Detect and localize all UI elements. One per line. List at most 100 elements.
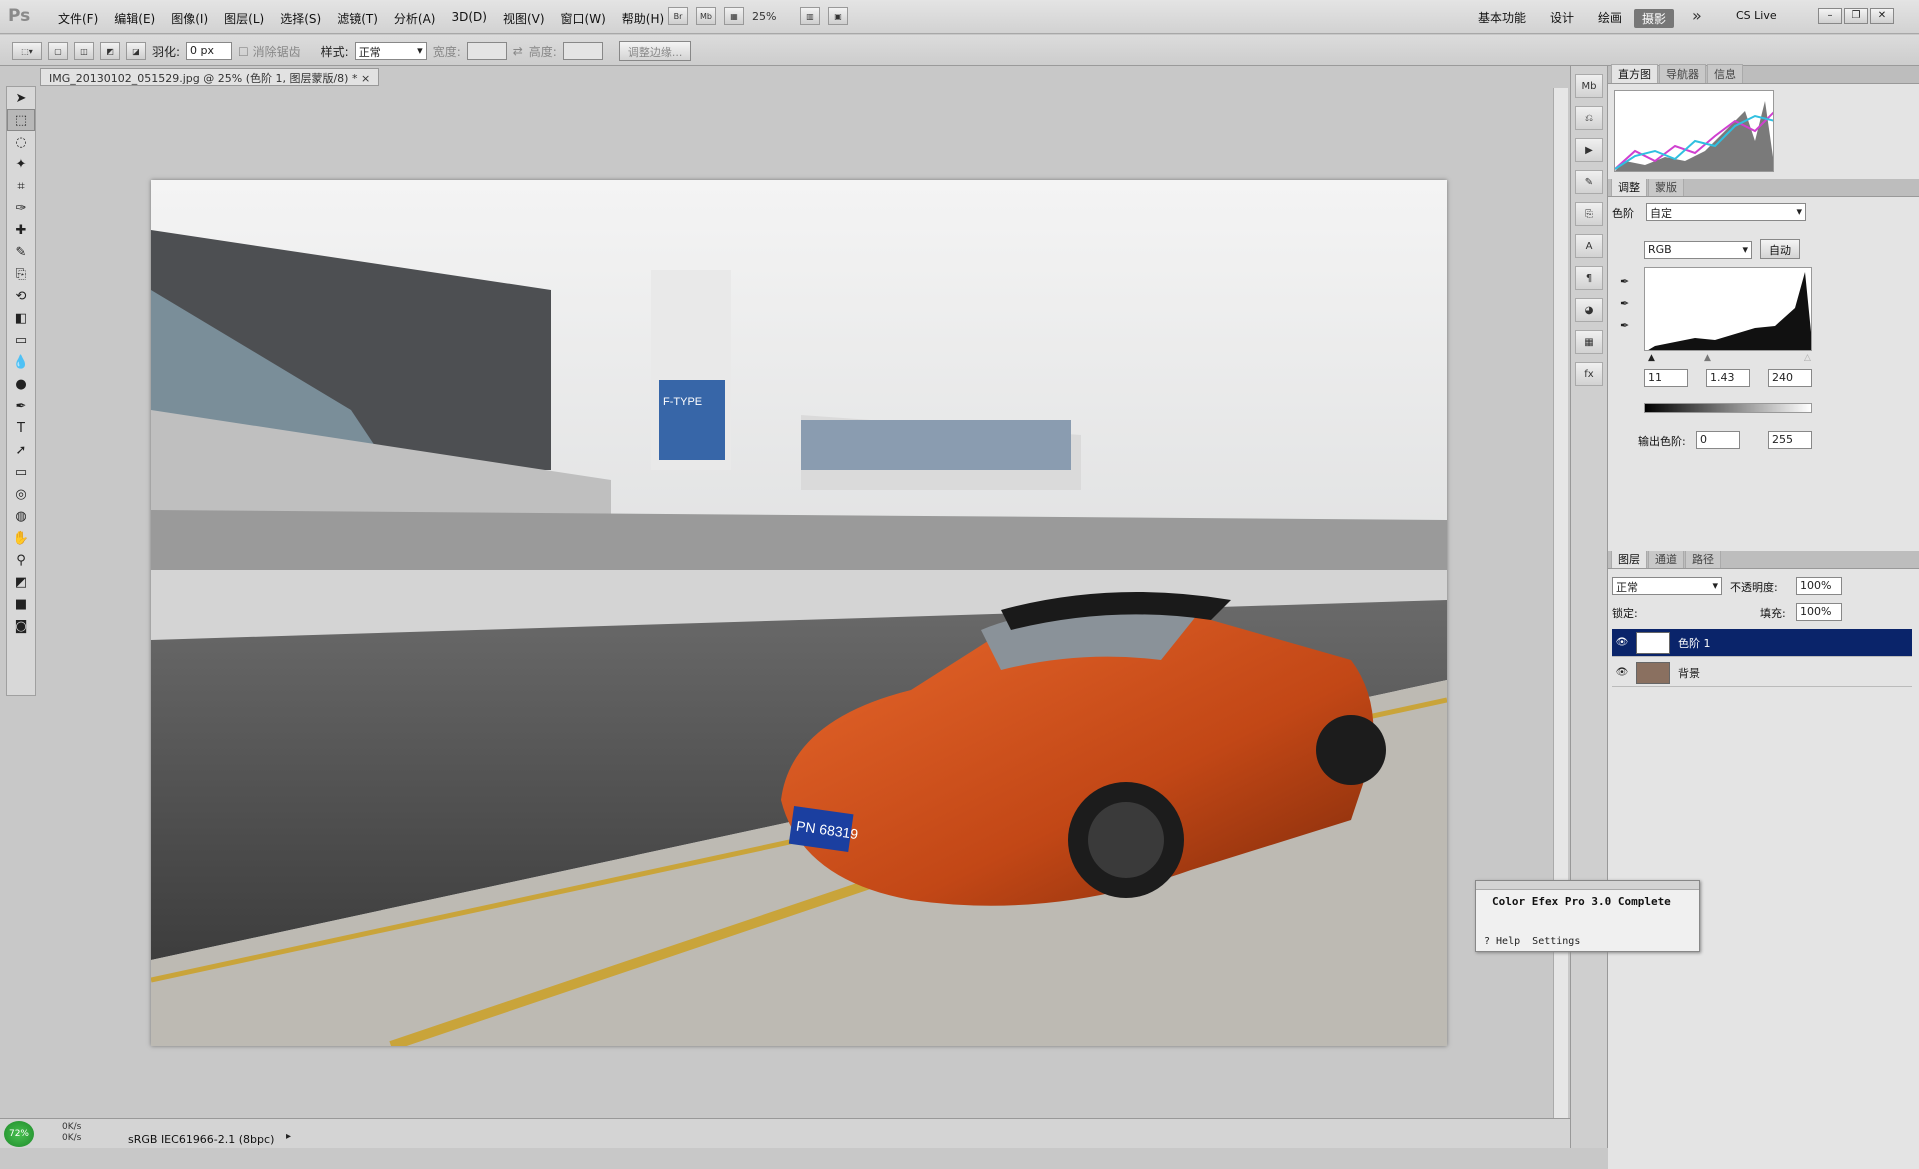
screen-mode-button[interactable]: ▣ xyxy=(828,7,848,25)
brush-presets-icon[interactable]: ✎ xyxy=(1575,170,1603,194)
status-menu-arrow[interactable]: ▸ xyxy=(286,1131,291,1142)
close-button[interactable]: ✕ xyxy=(1870,8,1894,24)
new-selection-icon[interactable]: ▢ xyxy=(48,42,68,60)
eyedropper-gray-icon[interactable]: ✒ xyxy=(1620,297,1629,310)
channel-select[interactable]: RGB ▾ xyxy=(1644,241,1752,259)
swatches-panel-icon[interactable]: ▦ xyxy=(1575,330,1603,354)
minimize-button[interactable]: – xyxy=(1818,8,1842,24)
type-tool-icon[interactable]: T xyxy=(7,417,35,439)
restore-button[interactable]: ❐ xyxy=(1844,8,1868,24)
input-black-field[interactable]: 11 xyxy=(1644,369,1688,387)
color-panel-icon[interactable]: ◕ xyxy=(1575,298,1603,322)
height-input[interactable] xyxy=(562,42,603,60)
default-colors-icon[interactable]: ◩ xyxy=(7,571,35,593)
menu-item-4[interactable]: 选择(S) xyxy=(272,10,329,27)
zoom-level[interactable]: 25% xyxy=(752,10,792,23)
workspace-1[interactable]: 设计 xyxy=(1538,9,1586,28)
blur-tool-icon[interactable]: 💧 xyxy=(7,351,35,373)
menu-item-5[interactable]: 滤镜(T) xyxy=(329,10,386,27)
quick-mask-icon[interactable]: ◙ xyxy=(7,615,35,637)
vertical-scrollbar[interactable] xyxy=(1553,88,1568,1136)
pen-tool-icon[interactable]: ✒ xyxy=(7,395,35,417)
eraser-tool-icon[interactable]: ◧ xyxy=(7,307,35,329)
input-gamma-slider[interactable]: ▲ xyxy=(1704,353,1711,363)
character-panel-icon[interactable]: A xyxy=(1575,234,1603,258)
history-panel-icon[interactable]: ⎌ xyxy=(1575,106,1603,130)
clone-source-icon[interactable]: ⎘ xyxy=(1575,202,1603,226)
menu-item-2[interactable]: 图像(I) xyxy=(163,10,216,27)
actions-panel-icon[interactable]: ▶ xyxy=(1575,138,1603,162)
zoom-badge[interactable]: 72% xyxy=(4,1121,34,1147)
arrange-documents-button[interactable]: ▥ xyxy=(800,7,820,25)
mini-bridge-button[interactable]: Mb xyxy=(696,7,716,25)
dodge-tool-icon[interactable]: ● xyxy=(7,373,35,395)
move-tool-icon[interactable]: ➤ xyxy=(7,87,35,109)
opacity-field[interactable]: 100% xyxy=(1796,577,1842,595)
preset-select[interactable]: 自定 ▾ xyxy=(1646,203,1806,221)
shape-tool-icon[interactable]: ▭ xyxy=(7,461,35,483)
mini-bridge-panel-icon[interactable]: Mb xyxy=(1575,74,1603,98)
adjust-tab-1[interactable]: 蒙版 xyxy=(1648,177,1684,196)
paragraph-panel-icon[interactable]: ¶ xyxy=(1575,266,1603,290)
layer-row[interactable]: 👁 色阶 1 xyxy=(1612,629,1912,657)
menu-item-7[interactable]: 3D(D) xyxy=(443,10,494,27)
eyedropper-black-icon[interactable]: ✒ xyxy=(1620,275,1629,288)
bridge-button[interactable]: Br xyxy=(668,7,688,25)
gradient-tool-icon[interactable]: ▭ xyxy=(7,329,35,351)
3d-rotate-icon[interactable]: ◎ xyxy=(7,483,35,505)
auto-button[interactable]: 自动 xyxy=(1760,239,1800,259)
histogram-tab-1[interactable]: 导航器 xyxy=(1659,64,1706,83)
input-black-slider[interactable]: ▲ xyxy=(1648,353,1655,363)
menu-item-9[interactable]: 窗口(W) xyxy=(553,10,614,27)
blend-mode-select[interactable]: 正常 ▾ xyxy=(1612,577,1722,595)
zoom-tool-icon[interactable]: ⚲ xyxy=(7,549,35,571)
styles-panel-icon[interactable]: fx xyxy=(1575,362,1603,386)
marquee-tool-icon[interactable]: ⬚ xyxy=(7,109,35,131)
eyedropper-white-icon[interactable]: ✒ xyxy=(1620,319,1629,332)
lasso-tool-icon[interactable]: ◌ xyxy=(7,131,35,153)
style-select[interactable]: 正常 ▾ xyxy=(354,42,427,60)
swap-icon[interactable]: ⇄ xyxy=(513,44,523,58)
color-efex-panel[interactable]: Color Efex Pro 3.0 Complete ? Help Setti… xyxy=(1475,880,1700,952)
output-white-field[interactable]: 255 xyxy=(1768,431,1812,449)
quick-select-tool-icon[interactable]: ✦ xyxy=(7,153,35,175)
menu-item-8[interactable]: 视图(V) xyxy=(495,10,553,27)
add-selection-icon[interactable]: ◫ xyxy=(74,42,94,60)
output-black-field[interactable]: 0 xyxy=(1696,431,1740,449)
width-input[interactable] xyxy=(466,42,507,60)
antialias-checkbox[interactable]: ☐ 消除锯齿 xyxy=(238,43,301,60)
histogram-tab-2[interactable]: 信息 xyxy=(1707,64,1743,83)
subtract-selection-icon[interactable]: ◩ xyxy=(100,42,120,60)
cs-live-button[interactable]: CS Live xyxy=(1736,9,1777,22)
settings-link[interactable]: Settings xyxy=(1532,936,1580,947)
workspace-2[interactable]: 绘画 xyxy=(1586,9,1634,28)
menu-item-0[interactable]: 文件(F) xyxy=(50,10,106,27)
image-canvas[interactable]: F-TYPE PN 68319 xyxy=(151,180,1447,1046)
intersect-selection-icon[interactable]: ◪ xyxy=(126,42,146,60)
eyedropper-tool-icon[interactable]: ✑ xyxy=(7,197,35,219)
histogram-tab-0[interactable]: 直方图 xyxy=(1611,64,1658,83)
layers-tab-0[interactable]: 图层 xyxy=(1611,549,1647,568)
color-swatches-icon[interactable]: ■ xyxy=(7,593,35,615)
3d-orbit-icon[interactable]: ◍ xyxy=(7,505,35,527)
workspace-0[interactable]: 基本功能 xyxy=(1466,9,1538,28)
view-extras-button[interactable]: ▦ xyxy=(724,7,744,25)
brush-tool-icon[interactable]: ✎ xyxy=(7,241,35,263)
clone-stamp-icon[interactable]: ⎘ xyxy=(7,263,35,285)
history-brush-icon[interactable]: ⟲ xyxy=(7,285,35,307)
color-efex-titlebar[interactable] xyxy=(1476,881,1699,890)
layers-tab-2[interactable]: 路径 xyxy=(1685,549,1721,568)
close-icon[interactable]: × xyxy=(361,72,370,85)
input-white-field[interactable]: 240 xyxy=(1768,369,1812,387)
path-select-icon[interactable]: ➚ xyxy=(7,439,35,461)
more-workspaces-button[interactable]: » xyxy=(1692,6,1702,25)
feather-input[interactable]: 0 px xyxy=(186,42,233,60)
color-profile[interactable]: sRGB IEC61966-2.1 (8bpc) xyxy=(128,1133,274,1146)
fill-field[interactable]: 100% xyxy=(1796,603,1842,621)
document-tab[interactable]: IMG_20130102_051529.jpg @ 25% (色阶 1, 图层蒙… xyxy=(40,68,380,86)
refine-edge-button[interactable]: 调整边缘... xyxy=(618,41,692,61)
visibility-eye-icon[interactable]: 👁 xyxy=(1612,637,1632,648)
marquee-preset-button[interactable]: ⬚▾ xyxy=(12,42,42,60)
help-link[interactable]: ? Help xyxy=(1484,936,1520,947)
menu-item-3[interactable]: 图层(L) xyxy=(216,10,272,27)
